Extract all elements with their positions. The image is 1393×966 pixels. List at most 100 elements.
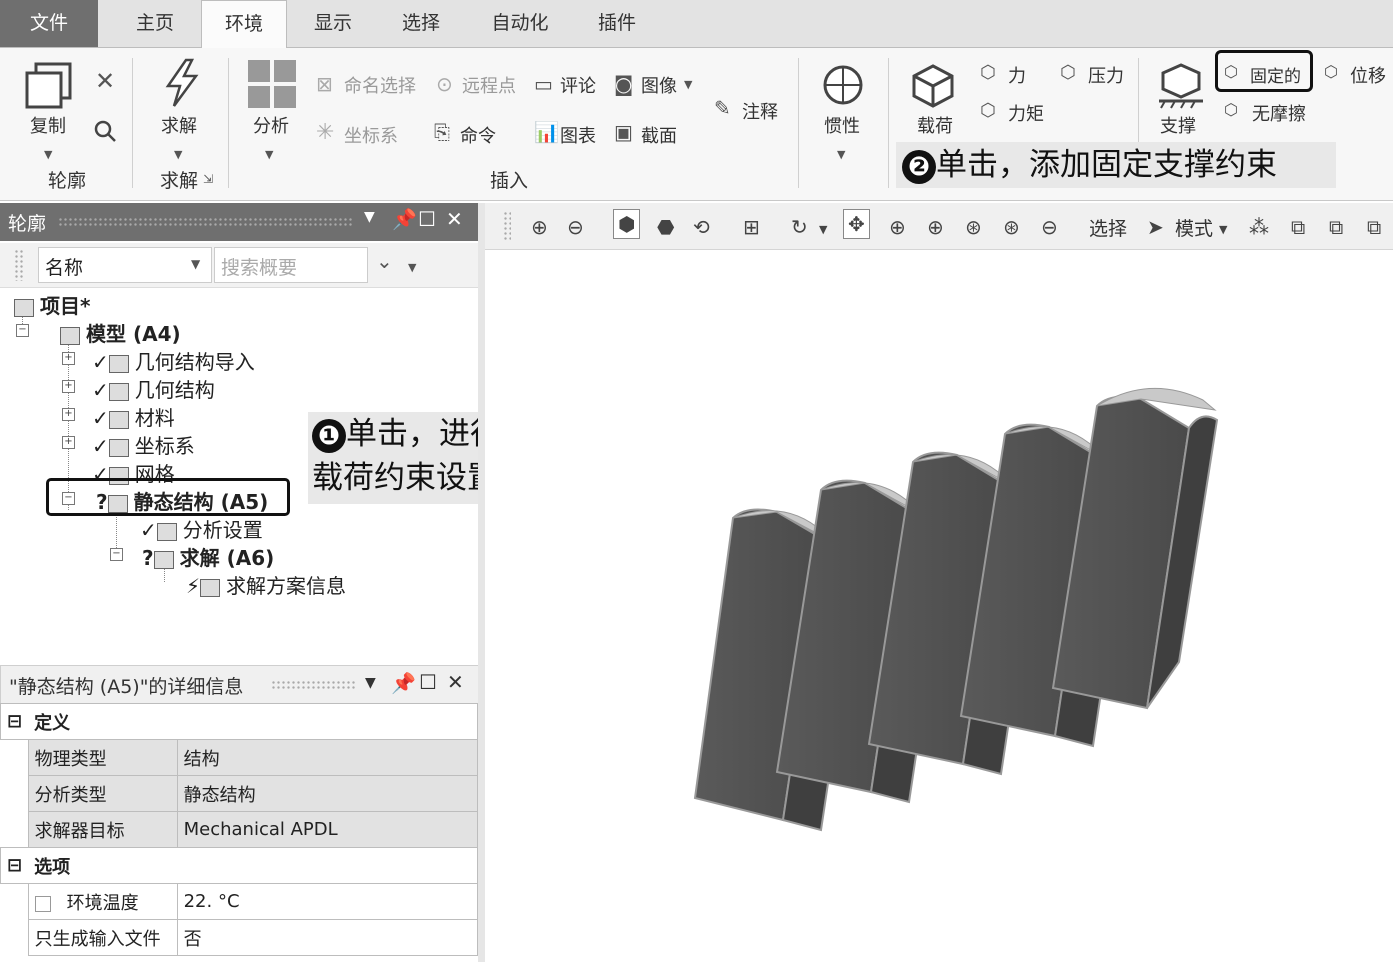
tab-file[interactable]: 文件 [0,0,98,47]
loads-cube-icon[interactable] [908,60,958,110]
tree-item-geometry[interactable]: ✓ 几何结构 [92,374,215,403]
panel-splitter[interactable] [478,203,485,962]
tab-display[interactable]: 显示 [290,0,376,47]
supports-icon[interactable] [1156,62,1206,110]
checkbox[interactable] [34,895,51,912]
zoom-selected-icon[interactable]: ⊛ [1003,215,1020,239]
close-icon[interactable]: ✕ [447,670,464,694]
displacement-button[interactable]: 位移 [1350,62,1386,88]
pan-icon[interactable]: ✥ [843,209,870,239]
inertia-icon[interactable] [818,60,868,110]
dialog-launcher-icon[interactable]: ⇲ [203,172,213,186]
details-row[interactable]: 分析类型 静态结构 [1,775,479,812]
tab-plugins[interactable]: 插件 [574,0,660,47]
solve-dropdown-icon[interactable]: ▼ [174,148,182,161]
expand-icon[interactable]: + [62,380,75,393]
copy-dropdown-icon[interactable]: ▼ [44,148,52,161]
analysis-icon[interactable] [246,58,298,110]
section-options[interactable]: ⊟ 选项 [0,847,479,884]
cursor-icon[interactable]: ➤ [1147,215,1164,239]
expand-icon[interactable]: + [62,436,75,449]
mode-dropdown-icon[interactable]: ▼ [1219,223,1227,236]
coordinate-system-button[interactable]: 坐标系 [344,122,398,148]
zoom-icon[interactable]: ⊕ [889,215,906,239]
panel-grip[interactable] [58,217,354,227]
details-value[interactable]: 22. °C [176,883,479,920]
analysis-dropdown-icon[interactable]: ▼ [265,148,273,161]
tab-environment[interactable]: 环境 [201,0,287,49]
image-button[interactable]: 图像 [641,72,677,98]
rotate-icon[interactable]: ↻ [791,215,808,239]
section-button[interactable]: 截面 [641,122,677,148]
tree-item-model[interactable]: 模型 (A4) [60,318,181,347]
moment-button[interactable]: 力矩 [1008,100,1044,126]
force-button[interactable]: 力 [1008,62,1026,88]
command-button[interactable]: 命令 [460,122,496,148]
tree-item-coordinate-systems[interactable]: ✓ 坐标系 [92,430,195,459]
copy-icon[interactable] [22,60,76,110]
expand-icon[interactable]: + [62,352,75,365]
search-outline-input[interactable]: 搜索概要 [214,247,368,283]
tree-item-solution-information[interactable]: ⚡ 求解方案信息 [186,570,346,599]
named-selection-button[interactable]: 命名选择 [344,72,416,98]
search-icon[interactable] [92,118,118,144]
magnifier-icon[interactable]: ⊖ [1041,215,1058,239]
details-value[interactable]: 静态结构 [176,775,479,812]
analysis-button[interactable]: 分析 [253,112,289,138]
comment-button[interactable]: 评论 [560,72,596,98]
close-icon[interactable]: ✕ [446,207,463,231]
details-value[interactable]: Mechanical APDL [176,811,479,848]
frictionless-button[interactable]: 无摩擦 [1252,100,1306,126]
details-value[interactable]: 否 [176,919,479,956]
inertia-dropdown-icon[interactable]: ▼ [837,148,845,161]
panel-menu-icon[interactable]: ▼ [365,675,376,691]
pin-icon[interactable]: 📌 [391,671,416,695]
search-dropdown-icon[interactable]: ▼ [408,261,416,274]
lightning-icon[interactable] [160,58,204,108]
inertia-button[interactable]: 惯性 [824,112,860,138]
select-vertex-icon[interactable]: ⁂ [1249,215,1269,239]
isometric-view-icon[interactable]: ⬢ [613,209,641,239]
chart-button[interactable]: 图表 [560,122,596,148]
maximize-icon[interactable]: ☐ [418,207,436,231]
details-row[interactable]: 物理类型 结构 [1,739,479,776]
shaded-icon[interactable]: ⬣ [657,215,674,239]
loads-button[interactable]: 载荷 [917,112,953,138]
collapse-icon[interactable]: ⊟ [0,703,29,740]
annotation-button[interactable]: 注释 [742,98,778,124]
collapse-icon[interactable]: − [110,548,123,561]
select-face-icon[interactable]: ⧉ [1291,215,1305,239]
pressure-button[interactable]: 压力 [1088,62,1124,88]
select-button[interactable]: 选择 [1089,214,1127,241]
tree-item-solution[interactable]: ? 求解 (A6) [142,542,274,571]
select-extend-icon[interactable]: ⧉ [1367,215,1381,239]
collapse-icon[interactable]: − [16,324,29,337]
collapse-icon[interactable]: ⊟ [0,847,29,884]
graphics-viewport[interactable] [485,250,1393,962]
supports-button[interactable]: 支撑 [1160,112,1196,138]
expand-search-icon[interactable]: ⌄ [376,249,393,273]
zoom-in-icon[interactable]: ⊕ [531,215,548,239]
remote-point-button[interactable]: 远程点 [462,72,516,98]
details-value[interactable]: 结构 [176,739,479,776]
image-dropdown-icon[interactable]: ▼ [684,78,692,91]
zoom-out-icon[interactable]: ⊖ [567,215,584,239]
tree-view-icon[interactable]: ⊞ [743,215,760,239]
maximize-icon[interactable]: ☐ [419,670,437,694]
select-body-icon[interactable]: ⧉ [1329,215,1343,239]
section-definition[interactable]: ⊟ 定义 [0,703,479,740]
tab-automation[interactable]: 自动化 [474,0,566,47]
expand-icon[interactable]: + [62,408,75,421]
zoom-box-icon[interactable]: ⊕ [927,215,944,239]
tree-item-materials[interactable]: ✓ 材料 [92,402,175,431]
panel-menu-icon[interactable]: ▼ [364,209,375,225]
tree-item-geometry-import[interactable]: ✓ 几何结构导入 [92,346,255,375]
details-row[interactable]: 只生成输入文件 否 [1,919,479,956]
tree-item-project[interactable]: 项目* [14,290,90,319]
panel-grip[interactable] [271,680,355,690]
serpentine-fin-model[interactable] [485,250,1393,962]
mode-button[interactable]: 模式 [1175,214,1213,241]
copy-button[interactable]: 复制 [30,112,66,138]
details-row[interactable]: 环境温度 22. °C [1,883,479,920]
pin-icon[interactable]: 📌 [392,207,417,231]
